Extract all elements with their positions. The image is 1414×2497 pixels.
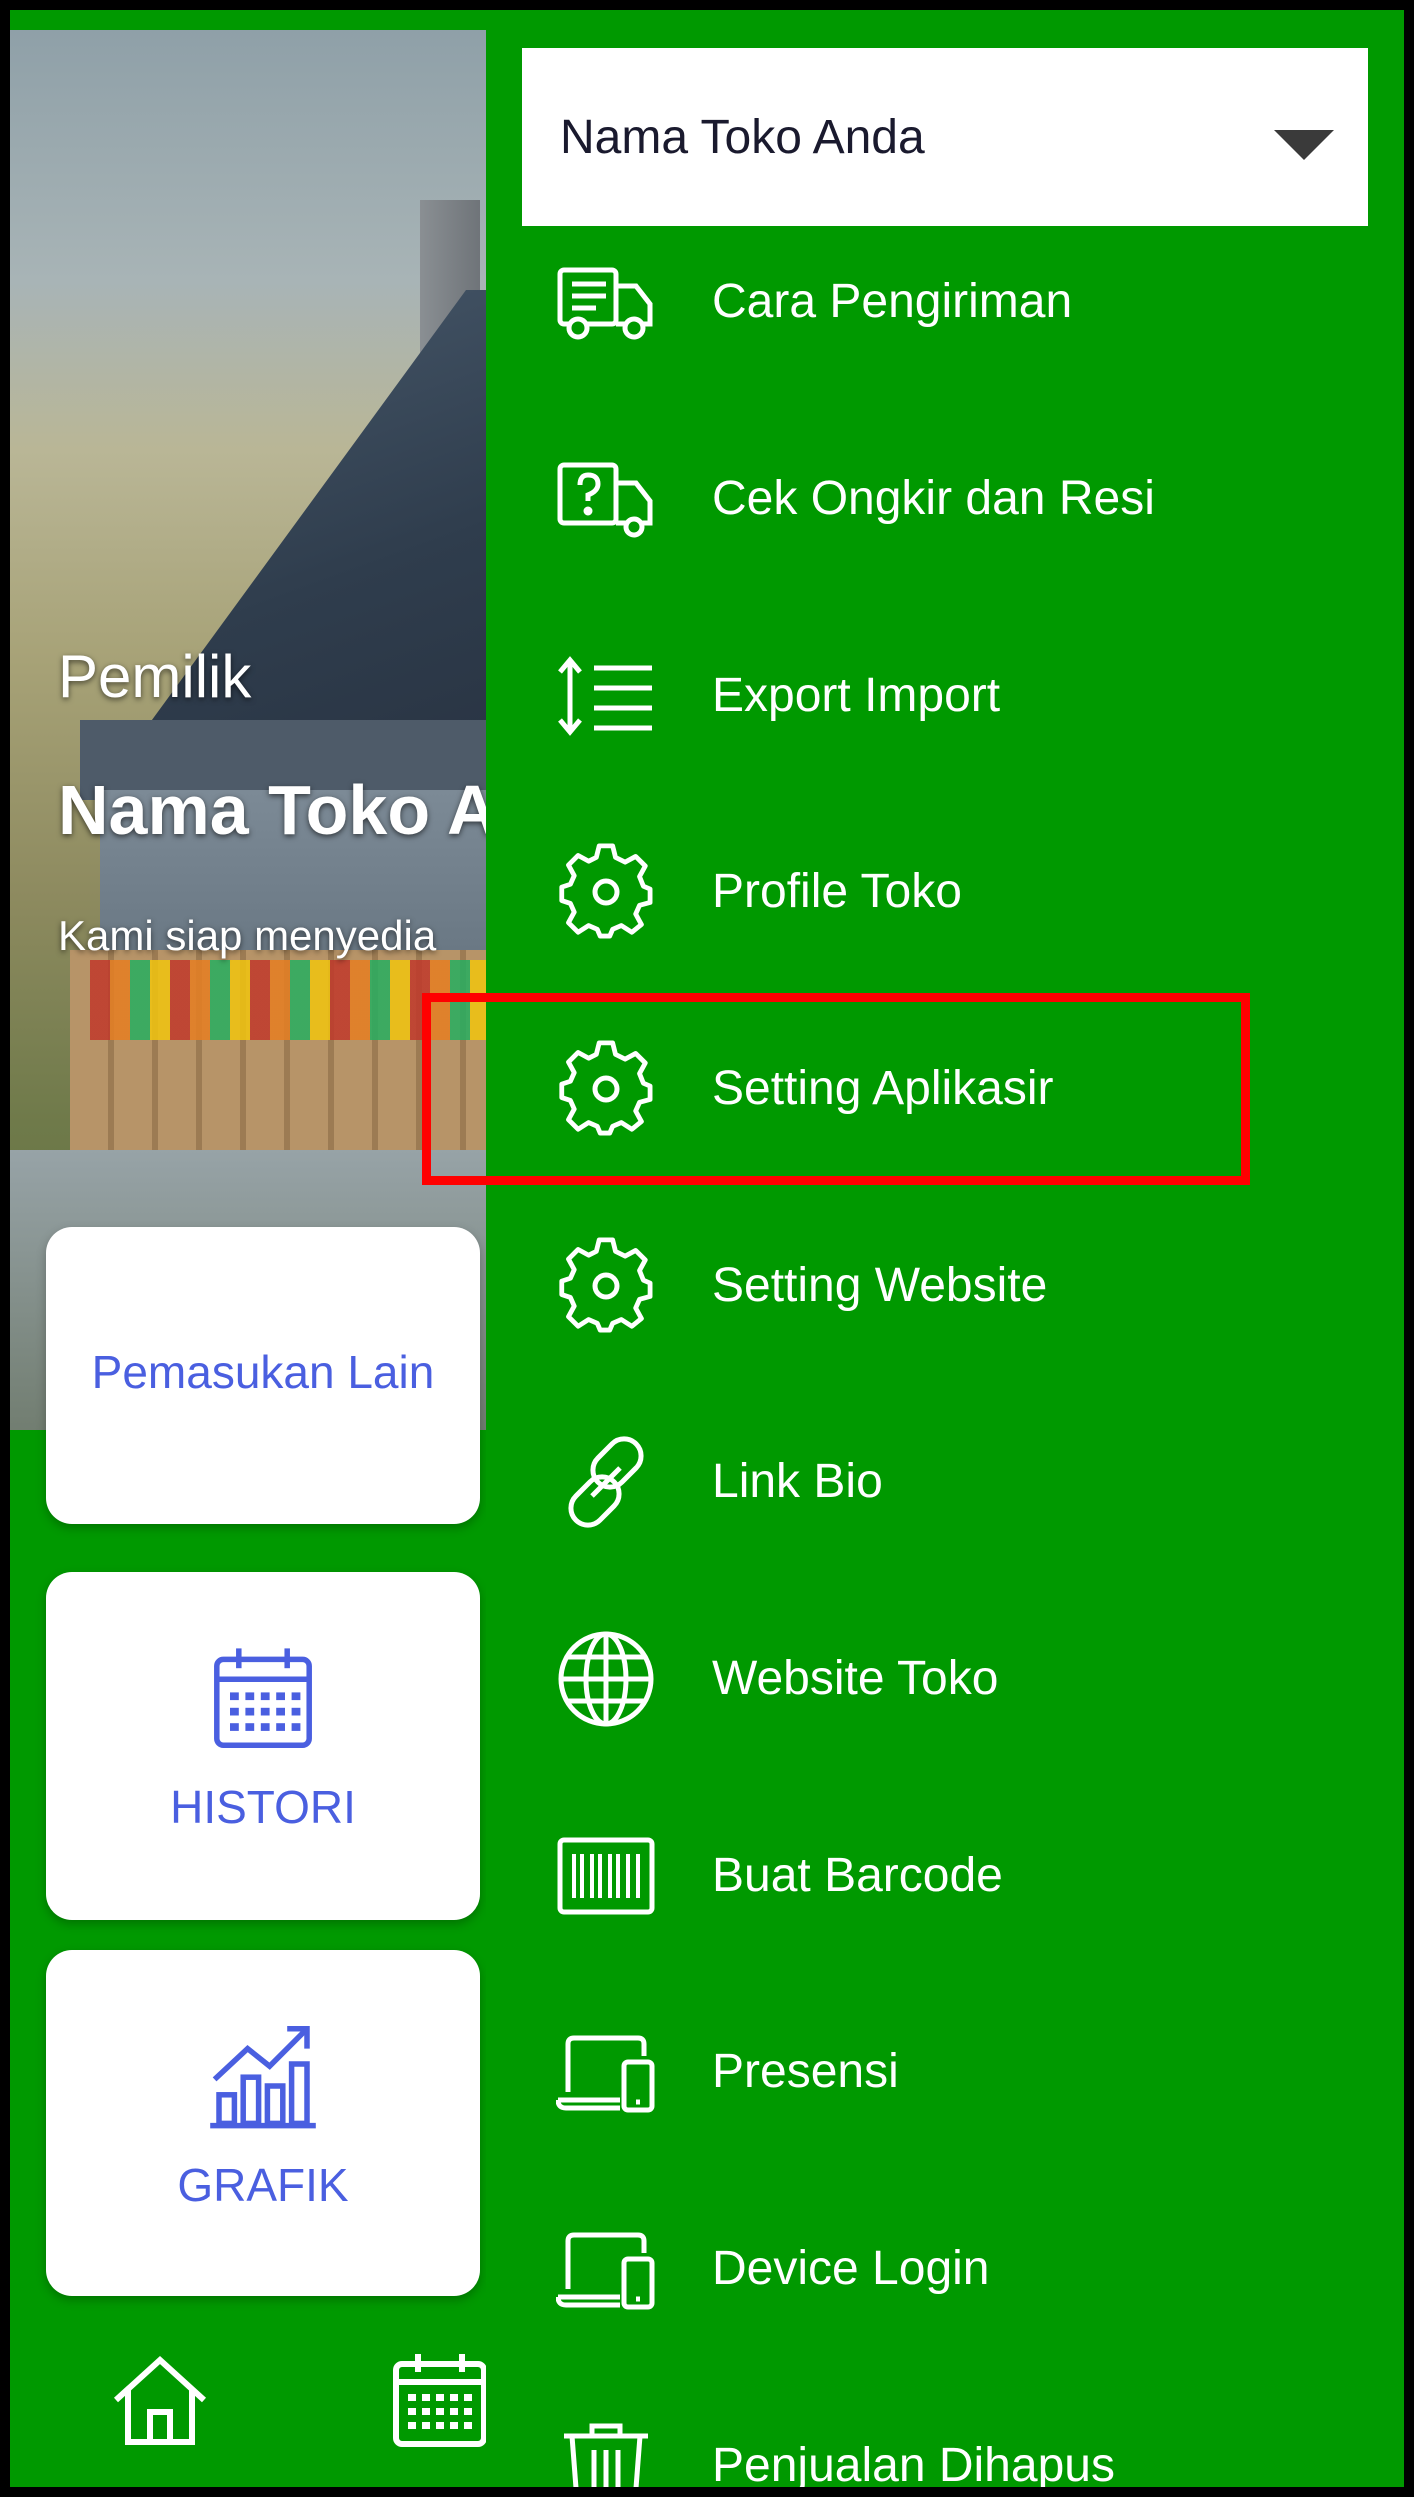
- menu-item-cara-pengiriman[interactable]: Cara Pengiriman: [486, 236, 1404, 366]
- menu-label: Link Bio: [712, 1455, 883, 1508]
- bar-chart-trend-icon: [210, 2026, 316, 2129]
- trash-icon: [564, 2423, 648, 2487]
- menu-label: Device Login: [712, 2242, 990, 2295]
- menu-label: Penjualan Dihapus: [712, 2439, 1115, 2487]
- menu-label: Export Import: [712, 669, 1001, 722]
- caret-down-icon: [1274, 130, 1334, 160]
- store-select-value: Nama Toko Anda: [560, 111, 925, 164]
- link-icon: [568, 1436, 644, 1528]
- menu-item-setting-website[interactable]: Setting Website: [486, 1220, 1404, 1350]
- gear-icon: [559, 843, 653, 939]
- delivery-truck-icon: [557, 267, 653, 340]
- menu-label: Website Toko: [712, 1652, 999, 1705]
- income-card-label: Pemasukan Lain: [91, 1346, 435, 1398]
- menu-item-buat-barcode[interactable]: Buat Barcode: [486, 1810, 1404, 1940]
- chart-card-label: GRAFIK: [177, 2159, 349, 2211]
- menu-item-cek-ongkir[interactable]: Cek Ongkir dan Resi: [486, 433, 1404, 563]
- menu-label: Profile Toko: [712, 865, 962, 918]
- menu-item-device-login[interactable]: Device Login: [486, 2203, 1404, 2333]
- hero-tagline: Kami siap menyedia: [58, 912, 437, 959]
- history-card-label: HISTORI: [170, 1781, 356, 1833]
- calendar-icon: [214, 1648, 312, 1748]
- sort-lines-icon: [558, 656, 652, 736]
- menu-item-link-bio[interactable]: Link Bio: [486, 1416, 1404, 1546]
- home-icon[interactable]: [110, 2350, 210, 2450]
- menu-item-profile-toko[interactable]: Profile Toko: [486, 826, 1404, 956]
- menu-label: Buat Barcode: [712, 1849, 1003, 1902]
- devices-icon: [556, 2035, 655, 2113]
- income-card[interactable]: Pemasukan Lain: [46, 1227, 480, 1524]
- menu-item-presensi[interactable]: Presensi: [486, 2006, 1404, 2136]
- store-select-dropdown[interactable]: Nama Toko Anda: [522, 48, 1368, 226]
- hero-shop-name: Nama Toko A: [58, 771, 498, 849]
- menu-item-setting-aplikasir[interactable]: Setting Aplikasir: [486, 1023, 1404, 1153]
- app-frame: Pemilik Nama Toko A Kami siap menyedia P…: [0, 0, 1414, 2497]
- history-card[interactable]: HISTORI: [46, 1572, 480, 1920]
- menu-label: Setting Website: [712, 1259, 1048, 1312]
- chart-card[interactable]: GRAFIK: [46, 1950, 480, 2296]
- menu-item-penjualan-dihapus[interactable]: Penjualan Dihapus: [486, 2400, 1404, 2487]
- gear-icon: [559, 1040, 653, 1136]
- menu-item-website-toko[interactable]: Website Toko: [486, 1613, 1404, 1743]
- calendar-icon[interactable]: [390, 2350, 490, 2450]
- truck-question-icon: [557, 462, 653, 538]
- gear-icon: [559, 1237, 653, 1333]
- globe-icon: [558, 1631, 654, 1727]
- navigation-drawer: Nama Toko Anda Cara Pengiriman Cek Ongki…: [486, 10, 1404, 2487]
- hero-role: Pemilik: [58, 643, 252, 710]
- menu-label: Setting Aplikasir: [712, 1062, 1054, 1115]
- menu-item-export-import[interactable]: Export Import: [486, 630, 1404, 760]
- menu-label: Cek Ongkir dan Resi: [712, 472, 1155, 525]
- menu-label: Presensi: [712, 2045, 899, 2098]
- barcode-icon: [557, 1837, 655, 1915]
- devices-icon: [556, 2232, 655, 2310]
- menu-label: Cara Pengiriman: [712, 275, 1073, 328]
